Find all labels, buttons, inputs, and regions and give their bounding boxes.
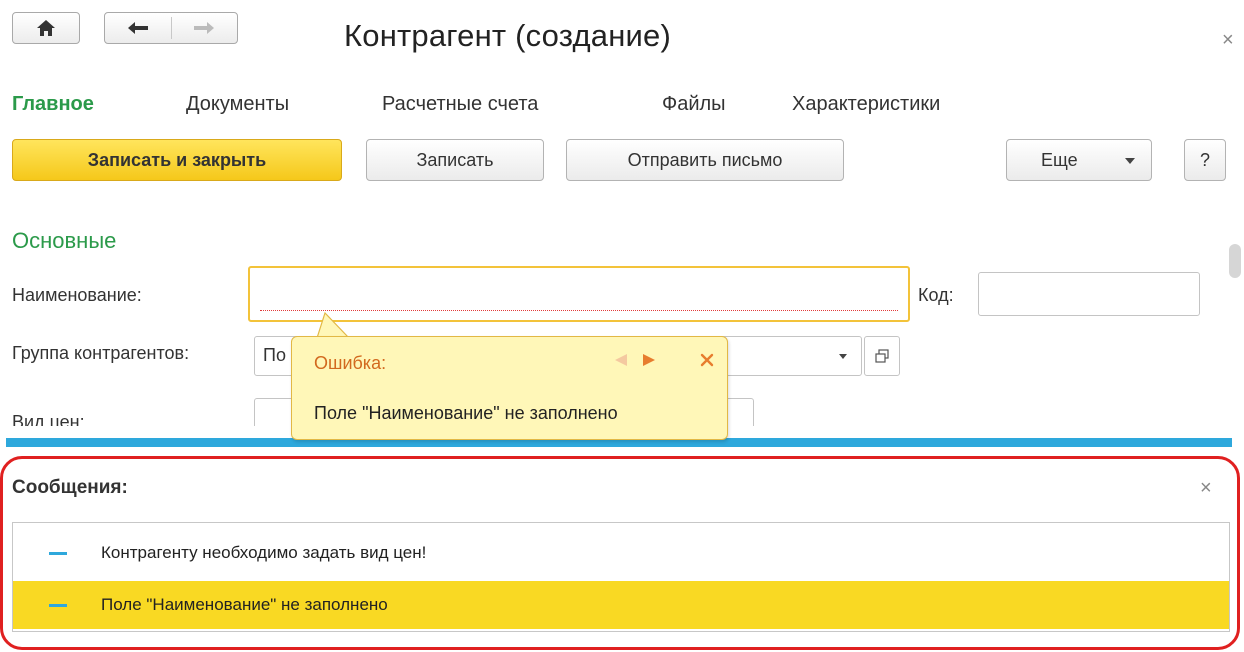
save-button[interactable]: Записать xyxy=(366,139,544,181)
name-label: Наименование: xyxy=(12,285,142,305)
previous-icon[interactable] xyxy=(614,353,628,367)
group-select-value: По xyxy=(263,345,286,365)
section-title-main: Основные xyxy=(12,228,117,253)
chevron-down-icon[interactable] xyxy=(839,354,847,359)
forward-button[interactable] xyxy=(172,13,238,43)
tab-characteristics[interactable]: Характеристики xyxy=(792,93,940,116)
message-dash-icon xyxy=(49,551,67,555)
message-item-selected[interactable]: Поле "Наименование" не заполнено xyxy=(13,581,1229,629)
close-icon[interactable] xyxy=(700,353,714,367)
tooltip-title: Ошибка: xyxy=(314,353,387,373)
tab-main[interactable]: Главное xyxy=(12,93,94,116)
name-required-underline xyxy=(260,310,898,311)
history-nav-group xyxy=(104,12,238,44)
form-scrollbar-thumb[interactable] xyxy=(1229,244,1241,278)
help-button[interactable]: ? xyxy=(1184,139,1226,181)
messages-list: Контрагенту необходимо задать вид цен! П… xyxy=(12,522,1230,632)
message-item[interactable]: Контрагенту необходимо задать вид цен! xyxy=(13,529,1229,577)
save-and-close-button[interactable]: Записать и закрыть xyxy=(12,139,342,181)
group-open-button[interactable] xyxy=(864,336,900,376)
open-window-icon xyxy=(875,349,889,363)
window-close-icon[interactable]: × xyxy=(1222,30,1234,50)
message-text: Поле "Наименование" не заполнено xyxy=(101,595,388,614)
more-button-label: Еще xyxy=(1041,149,1078,170)
tab-documents[interactable]: Документы xyxy=(186,93,289,116)
code-label: Код: xyxy=(918,285,954,305)
next-icon[interactable] xyxy=(642,353,656,367)
message-dash-icon xyxy=(49,603,67,607)
back-button[interactable] xyxy=(105,13,171,43)
messages-close-icon[interactable]: × xyxy=(1200,478,1212,498)
tab-bank-accounts[interactable]: Расчетные счета xyxy=(382,93,538,116)
group-label: Группа контрагентов: xyxy=(12,343,190,363)
error-tooltip: Ошибка: Поле "Наименование" не заполнено xyxy=(291,336,728,440)
more-button[interactable]: Еще xyxy=(1006,139,1152,181)
chevron-down-icon xyxy=(1125,158,1135,164)
arrow-right-icon xyxy=(194,22,215,34)
code-input[interactable] xyxy=(978,272,1200,316)
messages-title: Сообщения: xyxy=(12,477,128,498)
arrow-left-icon xyxy=(127,22,148,34)
home-button[interactable] xyxy=(12,12,80,44)
home-icon xyxy=(37,20,55,36)
window-title: Контрагент (создание) xyxy=(344,18,672,53)
tooltip-message: Поле "Наименование" не заполнено xyxy=(314,403,618,423)
send-letter-button[interactable]: Отправить письмо xyxy=(566,139,844,181)
message-text: Контрагенту необходимо задать вид цен! xyxy=(101,543,427,562)
price-kind-label: Вид цен: xyxy=(12,412,85,426)
tab-files[interactable]: Файлы xyxy=(662,93,726,116)
